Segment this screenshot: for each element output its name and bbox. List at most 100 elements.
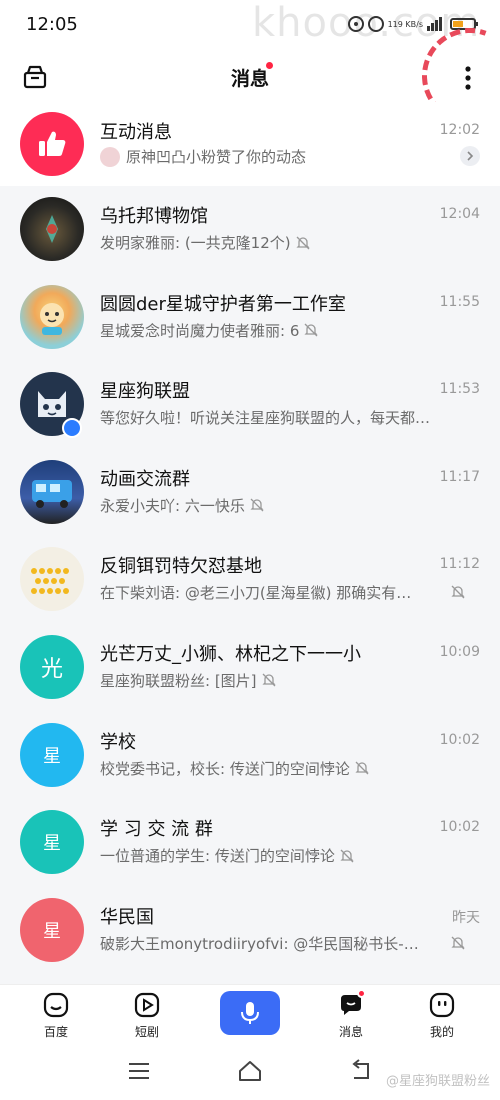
preview-text: 等您好久啦！听说关注星座狗联盟的人，每天都… [100,409,431,428]
conversation-avatar [20,459,84,524]
status-bar: 12:05 khooo.com 119 KB/s [0,0,500,52]
preview-text: 星座狗联盟粉丝: [图片] [100,671,257,690]
profile-face-icon [429,992,455,1018]
verified-badge [62,418,82,439]
conversation-preview: 发明家雅丽: (一共克隆12个) [100,232,311,253]
conversation-time: 11:53 [439,381,480,398]
alarm-icon [347,16,364,32]
conversation-preview: 等您好久啦！听说关注星座狗联盟的人，每天都… [100,407,430,428]
conversation-time: 10:09 [439,643,480,660]
bottom-nav: 百度 短剧 消息 我的 [0,984,500,1044]
conversation-avatar: 星 [20,897,84,962]
conversation-title: 乌托邦博物馆 [100,206,208,227]
voice-search-button[interactable] [220,991,280,1035]
conversation-avatar [20,547,84,612]
preview-text: 星城爱念时尚魔力使者雅丽: 6 [100,321,300,340]
nav-label: 我的 [429,1025,454,1039]
signal-icon [427,17,442,31]
conversation-time: 11:17 [439,468,480,485]
mini-avatar [100,146,120,167]
preview-text: 在下柴刘语: @老三小刀(星海星徽) 那确实有… [100,584,412,603]
conversation-preview: 破影大王monytrodiiryofvi: @华民国秘书长-… [100,933,419,954]
conversation-time: 10:02 [439,731,480,748]
conversation-title: 反铜铒罚特欠怼基地 [100,556,262,578]
unread-dot [266,62,273,69]
conversation-time: 12:04 [439,206,480,222]
nav-item-short-drama[interactable]: 短剧 [117,991,177,1040]
conversation-row[interactable]: 星座狗联盟 等您好久啦！听说关注星座狗联盟的人，每天都… 11:53 [0,361,500,449]
microphone-icon [241,1002,259,1024]
conversation-row[interactable]: 光 光芒万丈_小狮、林杞之下一一小 星座狗联盟粉丝: [图片] 10:09 [0,624,500,712]
conversation-title: 星座狗联盟 [100,381,190,403]
conversation-avatar [20,197,84,261]
play-square-icon [134,992,160,1018]
conversation-row[interactable]: 乌托邦博物馆 发明家雅丽: (一共克隆12个) 12:04 [0,186,500,274]
nav-label: 百度 [43,1025,68,1039]
home-icon[interactable] [237,1058,263,1084]
preview-text: 永爱小夫吖: 六一快乐 [100,496,245,515]
avatar-initial: 星 [43,745,61,767]
conversation-avatar: 光 [20,634,84,699]
conversation-row[interactable]: 星 学 习 交 流 群 一位普通的学生: 传送门的空间悖论 10:02 [0,799,500,887]
status-time: 12:05 [26,14,78,35]
avatar-initial: 光 [40,656,63,682]
muted-bell-icon [340,849,354,863]
conversation-avatar: 星 [20,810,84,875]
conversation-time: 11:55 [439,293,480,310]
conversation-row[interactable]: 圆圆der星城守护者第一工作室 星城爱念时尚魔力使者雅丽: 6 11:55 [0,274,500,362]
avatar-initial: 星 [43,920,61,942]
conversation-title: 学 习 交 流 群 [100,819,213,841]
baidu-face-icon [43,992,69,1018]
conversation-row[interactable]: 反铜铒罚特欠怼基地 在下柴刘语: @老三小刀(星海星徽) 那确实有… 11:12 [0,536,500,624]
conversation-preview: 星城爱念时尚魔力使者雅丽: 6 [100,320,319,341]
conversation-preview: 星座狗联盟粉丝: [图片] [100,670,277,691]
preview-text: 发明家雅丽: (一共克隆12个) [100,234,291,252]
avatar-initial: 星 [43,833,61,855]
preview-text: 破影大王monytrodiiryofvi: @华民国秘书长-… [100,934,419,953]
muted-bell-icon [451,585,465,599]
muted-bell-icon [355,761,369,775]
system-nav-bar: @星座狗联盟粉丝 [0,1044,500,1100]
nav-item-profile[interactable]: 我的 [412,991,472,1040]
dnd-icon [367,16,384,32]
conversation-title: 学校 [100,731,136,753]
muted-bell-icon [451,936,465,950]
conversation-list: 乌托邦博物馆 发明家雅丽: (一共克隆12个) 12:04 圆圆der星城守护者… [0,186,500,974]
unread-dot [357,989,366,998]
preview-text: 校党委书记，校长: 传送门的空间悖论 [100,759,350,778]
nav-label: 短剧 [134,1025,159,1039]
chevron-right-icon[interactable] [460,146,480,166]
nav-label: 消息 [338,1025,363,1039]
conversation-title: 华民国 [100,906,154,928]
interaction-subtitle-text: 原神凹凸小粉赞了你的动态 [126,148,307,166]
conversation-title: 动画交流群 [100,468,190,490]
menu-icon[interactable] [126,1058,152,1084]
interaction-title: 互动消息 [100,122,172,143]
back-icon[interactable] [348,1058,374,1084]
conversation-time: 昨天 [452,909,480,926]
interaction-avatar [20,112,84,176]
muted-bell-icon [296,236,310,249]
muted-bell-icon [250,498,264,512]
conversation-preview: 校党委书记，校长: 传送门的空间悖论 [100,758,370,779]
muted-bell-icon [304,323,318,337]
conversation-time: 11:12 [439,556,480,573]
conversation-preview: 一位普通的学生: 传送门的空间悖论 [100,845,355,866]
credit-watermark: @星座狗联盟粉丝 [385,1074,490,1089]
interaction-subtitle: 原神凹凸小粉赞了你的动态 [100,146,306,167]
muted-bell-icon [261,674,276,687]
conversation-title: 圆圆der星城守护者第一工作室 [100,293,346,315]
interaction-time: 12:02 [439,122,480,138]
conversation-time: 10:02 [439,819,480,836]
conversation-title: 光芒万丈_小狮、林杞之下一一小 [100,643,361,665]
network-speed: 119 KB/s [387,19,423,29]
conversation-avatar: 星 [20,722,84,787]
conversation-row[interactable]: 星 华民国 破影大王monytrodiiryofvi: @华民国秘书长-… 昨天 [0,887,500,975]
nav-item-messages[interactable]: 消息 [321,989,381,1040]
nav-item-baidu[interactable]: 百度 [26,991,86,1040]
conversation-row[interactable]: 星 学校 校党委书记，校长: 传送门的空间悖论 10:02 [0,712,500,800]
conversation-preview: 永爱小夫吖: 六一快乐 [100,495,265,516]
conversation-row[interactable]: 动画交流群 永爱小夫吖: 六一快乐 11:17 [0,449,500,537]
preview-text: 一位普通的学生: 传送门的空间悖论 [100,847,335,866]
interaction-messages-row[interactable]: 互动消息 原神凹凸小粉赞了你的动态 12:02 [0,102,500,186]
